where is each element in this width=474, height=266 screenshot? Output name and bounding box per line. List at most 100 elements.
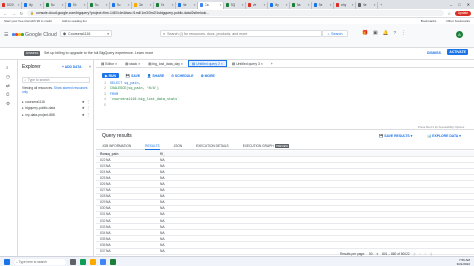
close-tab-icon[interactable]: × [115,62,117,66]
minimize-icon[interactable]: – [450,2,452,7]
results-tab[interactable]: RESULTS [145,143,160,150]
close-tab-icon[interactable]: × [128,3,130,7]
close-tab-icon[interactable]: × [106,3,108,7]
editor-tab[interactable]: ▤ Editor × [98,60,120,67]
search-icon[interactable]: ⌕ [6,65,8,70]
close-tab-icon[interactable]: × [242,3,244,7]
results-tab[interactable]: JSON [174,143,183,150]
chevron-right-icon[interactable]: ▸ [22,113,24,117]
new-tab-icon[interactable]: + [380,2,382,7]
explorer-search-field[interactable]: ⌕ Type to search [22,77,90,83]
browser-tab[interactable]: My × [268,1,290,9]
settings-icon[interactable]: ⚙ [6,101,10,107]
task-view-icon[interactable] [70,258,76,265]
star-icon[interactable]: ★ [82,100,85,104]
chevron-right-icon[interactable]: ▸ [22,100,24,104]
help-icon[interactable]: ? [394,31,397,36]
save-results-button[interactable]: 💾 SAVE RESULTS ▾ [379,134,412,138]
bookmark-item[interactable]: Bookmarks [421,19,436,23]
panel-divider[interactable] [96,129,474,130]
schedule-button[interactable]: ⏱ SCHEDULE [171,74,193,78]
reload-icon[interactable]: ↻ [19,11,24,16]
more-vert-icon[interactable]: ⋮ [86,106,90,110]
browser-tab[interactable]: Se × [312,1,334,9]
save-button[interactable]: 💾 SAVE [126,74,140,78]
notifications-icon[interactable]: 🔔 [383,31,389,36]
explorer-tree-item[interactable]: ▸ coursera1116 ★ ⋮ [22,99,90,104]
schedule-icon[interactable]: ⏱ [6,92,9,97]
forward-icon[interactable]: → [11,11,16,16]
close-tab-icon[interactable]: × [308,3,310,7]
explorer-tree-item[interactable]: ▸ my-data-project-888 ★ ⋮ [22,112,90,117]
editor-tab[interactable]: ▤ Untitled query 2 × [187,60,227,67]
browser-tab[interactable]: Ne × [356,1,378,9]
browser-tab[interactable]: Su × [88,1,110,9]
explore-data-button[interactable]: 📊 EXPLORE DATA ▾ [427,134,461,138]
search-box[interactable]: ⌕ [160,30,322,37]
close-tab-icon[interactable]: × [264,3,266,7]
activate-button[interactable]: ACTIVATE [447,49,469,56]
sql-editor[interactable]: 1 SELECT sq_pain, 2 COALESCE(sq_pain, 'N/A… [100,82,470,120]
editor-tab[interactable]: ▤ Untitled query 3 × [229,60,266,67]
bookmark-item[interactable]: Add to reading list [62,19,87,23]
star-icon[interactable]: ★ [82,106,85,110]
close-tab-icon[interactable]: × [286,3,288,7]
browser-tab[interactable]: Ex × [154,1,176,9]
more-vert-icon[interactable]: ⋮ [86,113,90,117]
browser-tab[interactable]: why × [334,1,356,9]
back-icon[interactable]: ← [3,11,8,16]
add-data-button[interactable]: + ADD DATA [62,65,81,69]
transfer-icon[interactable]: ⇄ [6,83,10,89]
windows-start-icon[interactable] [4,258,10,265]
close-tab-icon[interactable]: × [352,3,354,7]
avatar[interactable]: A [456,30,463,38]
editor-tab[interactable]: ▤ stack × [122,60,143,67]
gift-icon[interactable]: 🎁 [362,31,368,36]
bookmark-item[interactable]: Other bookmarks [446,19,470,23]
close-tab-icon[interactable]: × [194,3,196,7]
more-button[interactable]: ⚙ MORE [201,74,215,78]
browser-tab[interactable]: Su × [110,1,132,9]
close-tab-icon[interactable]: × [84,3,86,7]
explorer-tree-item[interactable]: ▸ bigquery-public-data ★ ⋮ [22,106,90,111]
browser-tab[interactable]: Ne × [176,1,198,9]
collapse-panel-icon[interactable]: « [89,64,91,69]
new-query-icon[interactable]: + [268,60,276,67]
close-tab-icon[interactable]: × [18,3,20,7]
close-tab-icon[interactable]: × [374,3,376,7]
close-tab-icon[interactable]: × [181,62,183,66]
project-selector[interactable]: ⬢ Coursera1116 ▾ [60,30,112,37]
update-button[interactable]: Update [454,10,471,16]
close-icon[interactable]: ✕ [467,2,470,7]
maximize-icon[interactable]: □ [458,2,460,7]
browser-tab[interactable]: Ve × [246,1,268,9]
close-tab-icon[interactable]: × [220,3,222,7]
history-icon[interactable]: ◷ [6,74,10,80]
results-tab[interactable]: EXECUTION GRAPH PREVIEW [243,143,289,150]
more-vert-icon[interactable]: ⋮ [86,100,90,104]
results-tab[interactable]: EXECUTION DETAILS [196,143,229,150]
browser-tab[interactable]: My × [22,1,44,9]
run-button[interactable]: ▶ RUN [102,72,119,79]
star-icon[interactable]: ☆ [447,11,452,16]
browser-tab[interactable]: Ba × [290,1,312,9]
dismiss-button[interactable]: DISMISS [427,51,441,55]
editor-tab[interactable]: ▤ big_lost_data_day × [145,60,186,67]
close-tab-icon[interactable]: × [261,62,263,66]
chevron-right-icon[interactable]: ▸ [22,106,24,110]
close-tab-icon[interactable]: × [40,3,42,7]
close-tab-icon[interactable]: × [172,3,174,7]
excel-icon[interactable] [110,258,116,265]
close-tab-icon[interactable]: × [62,3,64,7]
close-tab-icon[interactable]: × [138,62,140,66]
google-cloud-logo[interactable]: Google Cloud [12,32,57,38]
close-tab-icon[interactable]: × [330,3,332,7]
close-tab-icon[interactable]: × [150,3,152,7]
bookmark-item[interactable]: Start your free trial with 90 in credit [4,19,52,23]
star-icon[interactable]: ★ [82,113,85,117]
browser-tab[interactable]: 2020 × [0,1,22,9]
hamburger-menu-icon[interactable]: ☰ [4,32,8,38]
chrome-icon[interactable] [100,258,106,265]
taskbar-search[interactable]: ⌕ Type here to search [14,258,66,265]
results-tab[interactable]: JOB INFORMATION [102,143,131,150]
